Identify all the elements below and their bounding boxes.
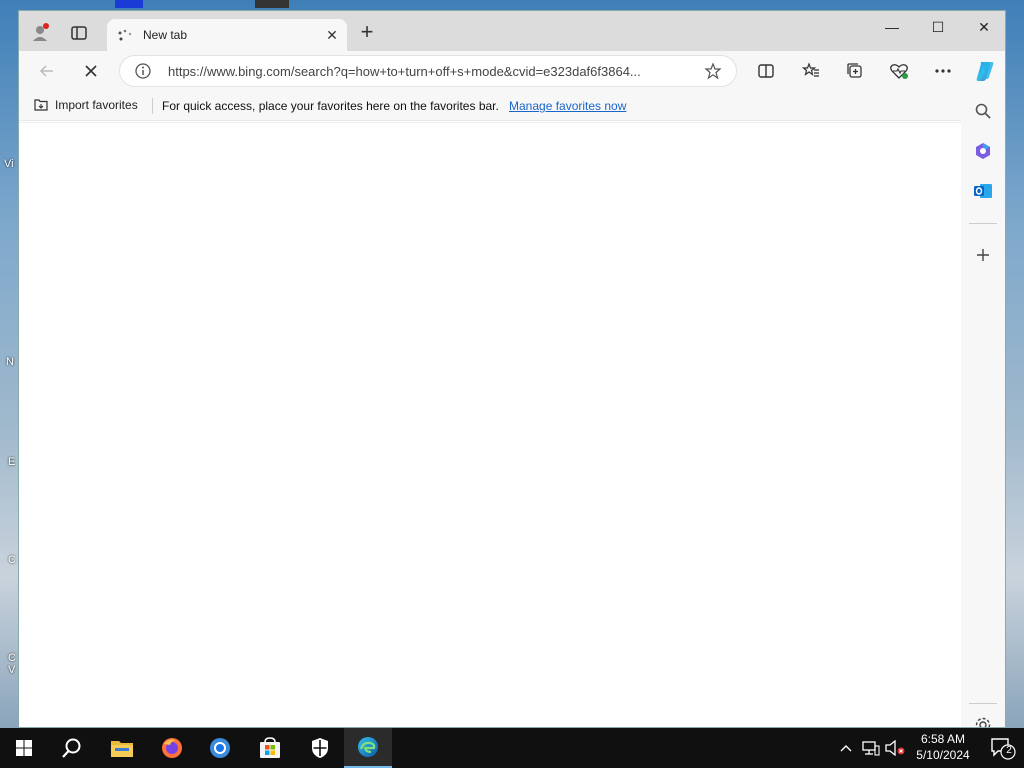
close-tab-icon[interactable]: ✕ bbox=[323, 26, 341, 44]
minimize-button[interactable]: — bbox=[877, 19, 907, 39]
profile-icon[interactable] bbox=[31, 23, 51, 43]
import-favorites-icon bbox=[34, 99, 48, 111]
settings-icon[interactable] bbox=[971, 713, 995, 727]
desktop-label-fragment: C V bbox=[8, 652, 16, 676]
clock-time: 6:58 AM bbox=[920, 732, 966, 746]
close-window-button[interactable]: ✕ bbox=[969, 19, 999, 39]
import-favorites-button[interactable]: Import favorites bbox=[33, 98, 138, 112]
search-icon[interactable] bbox=[48, 728, 96, 768]
desktop-icon-fragment bbox=[255, 0, 289, 8]
edge-sidebar bbox=[961, 91, 1005, 727]
start-icon[interactable] bbox=[0, 728, 48, 768]
notification-count: 2 bbox=[1006, 745, 1012, 756]
favorites-bar: Import favorites For quick access, place… bbox=[19, 91, 1005, 121]
windows-taskbar: 6:58 AM 5/10/2024 2 bbox=[0, 728, 1024, 768]
title-bar: New tab ✕ + — ☐ ✕ bbox=[19, 11, 1005, 51]
network-icon[interactable] bbox=[860, 728, 882, 768]
sidebar-divider bbox=[969, 703, 997, 704]
add-favorite-star-icon[interactable] bbox=[704, 62, 724, 82]
manage-favorites-link[interactable]: Manage favorites now bbox=[509, 99, 626, 113]
maximize-button[interactable]: ☐ bbox=[923, 19, 953, 39]
notification-center-icon[interactable]: 2 bbox=[990, 736, 1016, 760]
tab-actions-icon[interactable] bbox=[69, 23, 89, 43]
favorites-icon[interactable] bbox=[799, 59, 823, 83]
system-clock[interactable]: 6:58 AM 5/10/2024 bbox=[908, 731, 978, 763]
more-icon[interactable] bbox=[931, 59, 955, 83]
clock-date: 5/10/2024 bbox=[916, 748, 970, 762]
file-explorer-icon[interactable] bbox=[98, 728, 146, 768]
tab-new-tab[interactable]: New tab ✕ bbox=[107, 19, 347, 51]
address-bar[interactable]: https://www.bing.com/search?q=how+to+tur… bbox=[119, 55, 737, 87]
desktop-label-fragment: C bbox=[8, 554, 16, 566]
chrome-icon[interactable] bbox=[196, 728, 244, 768]
import-favorites-label: Import favorites bbox=[55, 98, 138, 112]
outlook-icon[interactable] bbox=[971, 179, 995, 203]
volume-muted-icon[interactable] bbox=[884, 728, 906, 768]
microsoft-store-icon[interactable] bbox=[246, 728, 294, 768]
copilot-discover-icon[interactable] bbox=[971, 139, 995, 163]
browser-essentials-icon[interactable] bbox=[887, 59, 911, 83]
page-content-area[interactable] bbox=[19, 122, 963, 727]
stop-loading-icon[interactable] bbox=[79, 59, 103, 83]
desktop-label-fragment: Vi bbox=[4, 158, 14, 170]
favorites-divider bbox=[152, 98, 153, 114]
windows-security-icon[interactable] bbox=[296, 728, 344, 768]
desktop-label-fragment: E bbox=[8, 456, 16, 468]
new-tab-button[interactable]: + bbox=[357, 21, 377, 43]
site-info-icon[interactable] bbox=[134, 62, 154, 82]
search-icon[interactable] bbox=[971, 99, 995, 123]
split-screen-icon[interactable] bbox=[754, 59, 778, 83]
url-text[interactable]: https://www.bing.com/search?q=how+to+tur… bbox=[168, 64, 698, 79]
collections-icon[interactable] bbox=[843, 59, 867, 83]
desktop-label-fragment: N bbox=[6, 356, 14, 368]
show-hidden-icons-chevron-icon[interactable] bbox=[836, 728, 856, 768]
edge-browser-window: New tab ✕ + — ☐ ✕ https://www.bing.com/s… bbox=[18, 10, 1006, 728]
navigation-toolbar: https://www.bing.com/search?q=how+to+tur… bbox=[19, 51, 1005, 91]
back-icon[interactable] bbox=[35, 59, 59, 83]
favorites-hint-text: For quick access, place your favorites h… bbox=[162, 99, 499, 113]
copilot-icon[interactable] bbox=[973, 59, 997, 83]
edge-icon[interactable] bbox=[344, 728, 392, 768]
sidebar-divider bbox=[969, 223, 997, 224]
desktop-icon-fragment bbox=[115, 0, 143, 8]
add-icon[interactable] bbox=[971, 243, 995, 267]
loading-spinner-icon bbox=[117, 28, 133, 44]
firefox-icon[interactable] bbox=[148, 728, 196, 768]
tab-title: New tab bbox=[143, 28, 188, 42]
